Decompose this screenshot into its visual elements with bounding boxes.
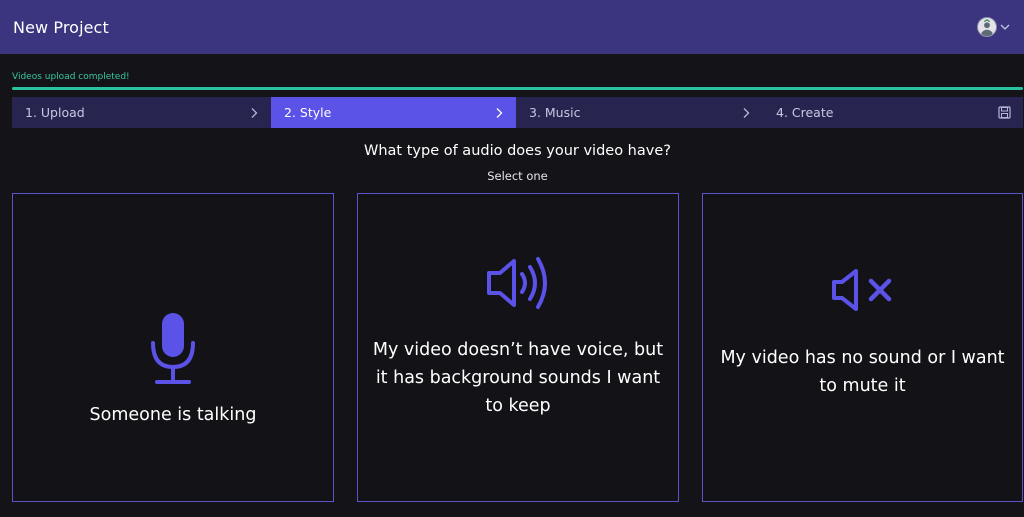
upload-progress-fill — [12, 87, 1023, 90]
step-create[interactable]: 4. Create — [763, 97, 1023, 128]
step-label: 3. Music — [529, 105, 581, 120]
option-label: My video doesn’t have voice, but it has … — [372, 339, 664, 416]
upload-progress-bar — [12, 87, 1023, 90]
wizard-steps: 1. Upload 2. Style 3. Music 4. Create — [12, 97, 1023, 128]
chevron-right-icon — [743, 107, 750, 118]
step-music[interactable]: 3. Music — [516, 97, 763, 128]
page-title: New Project — [13, 17, 109, 37]
audio-type-question: What type of audio does your video have? — [364, 143, 671, 159]
upload-status-text: Videos upload completed! — [12, 72, 130, 82]
step-label: 1. Upload — [25, 105, 85, 120]
step-upload[interactable]: 1. Upload — [12, 97, 271, 128]
speaker-mute-icon — [831, 268, 891, 311]
step-style[interactable]: 2. Style — [271, 97, 516, 128]
chevron-down-icon[interactable] — [999, 21, 1011, 33]
save-icon[interactable] — [998, 106, 1011, 119]
step-label: 4. Create — [776, 105, 834, 120]
user-menu[interactable] — [977, 17, 1011, 37]
speaker-volume-icon — [487, 256, 547, 309]
option-background-sounds[interactable]: My video doesn’t have voice, but it has … — [357, 193, 679, 502]
chevron-right-icon — [496, 107, 503, 118]
option-no-sound[interactable]: My video has no sound or I want to mute … — [702, 193, 1023, 502]
step-label: 2. Style — [284, 105, 332, 120]
user-avatar-icon[interactable] — [977, 17, 997, 37]
select-one-hint: Select one — [487, 169, 548, 183]
option-label: Someone is talking — [89, 404, 257, 425]
option-label: My video has no sound or I want to mute … — [720, 347, 1005, 396]
microphone-icon — [151, 312, 195, 384]
option-someone-talking[interactable]: Someone is talking — [12, 193, 334, 502]
top-header: New Project — [0, 0, 1024, 54]
chevron-right-icon — [251, 107, 258, 118]
